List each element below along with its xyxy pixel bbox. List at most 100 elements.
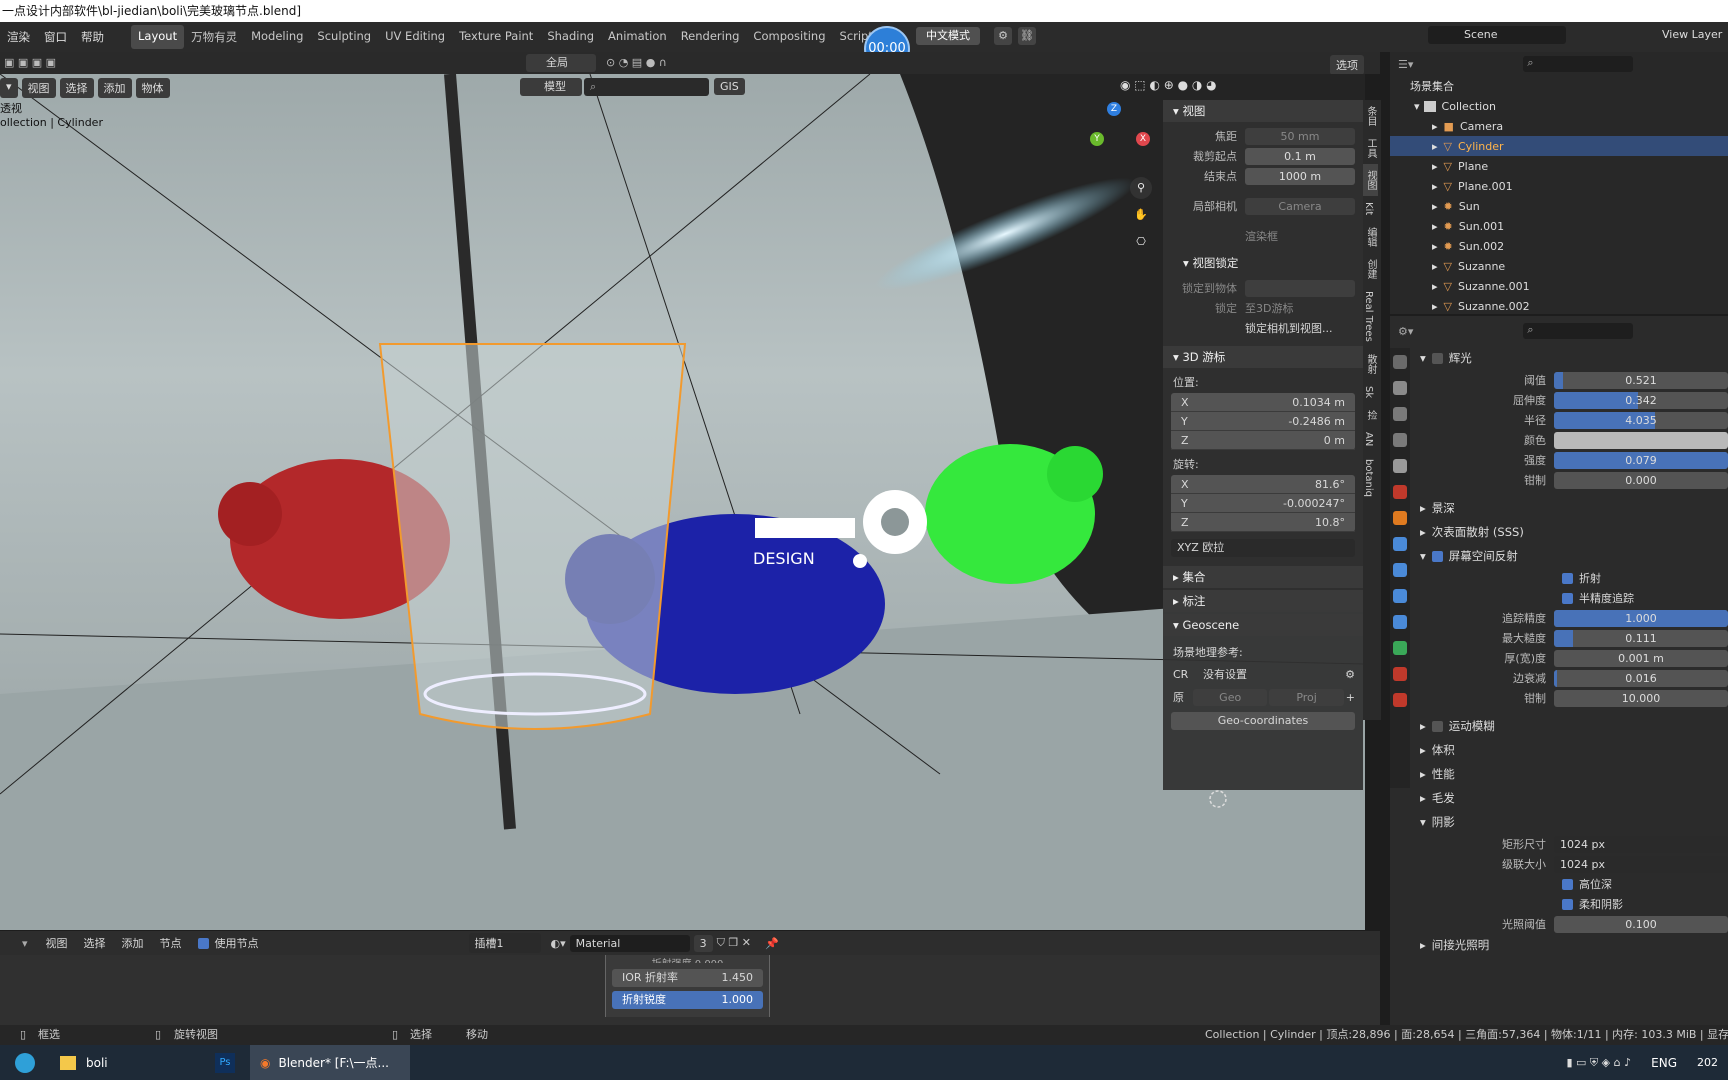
world-tab-icon[interactable] <box>1393 485 1407 499</box>
view-lock-header[interactable]: ▾ 视图锁定 <box>1163 252 1363 274</box>
camera-view-icon[interactable]: ⎔ <box>1130 231 1152 253</box>
system-tray[interactable]: ▮ ▭ ⛨ ◈ ⌂ ♪ <box>1556 1045 1641 1080</box>
ssr-field[interactable]: 0.111 <box>1554 629 1728 647</box>
material-browse-icon[interactable]: ◐▾ <box>551 937 566 950</box>
physics-tab-icon[interactable] <box>1393 589 1407 603</box>
collection-header[interactable]: ▸ 集合 <box>1163 566 1363 588</box>
tab-uv-editing[interactable]: UV Editing <box>378 25 452 49</box>
language-indicator[interactable]: ENG <box>1641 1045 1687 1080</box>
rotation-mode-dropdown[interactable]: XYZ 欧拉 <box>1171 539 1355 557</box>
vtab-scatter[interactable]: 散射 <box>1363 348 1378 380</box>
zoom-icon[interactable]: ⚲ <box>1130 177 1152 199</box>
material-users[interactable]: 3 <box>693 934 713 952</box>
focal-field[interactable]: 50 mm <box>1245 127 1355 145</box>
outliner-item[interactable]: ▸ ▽ Plane.001 <box>1390 176 1728 196</box>
cube-size-dropdown[interactable]: 1024 px <box>1554 835 1728 853</box>
clip-start-field[interactable]: 0.1 m <box>1245 147 1355 165</box>
tab-texture-paint[interactable]: Texture Paint <box>452 25 540 49</box>
menu-view[interactable]: 视图 <box>21 78 56 98</box>
local-camera-field[interactable]: Camera <box>1245 197 1355 215</box>
hair-section[interactable]: ▸ 毛发 <box>1414 786 1728 810</box>
lock-3d-cursor-checkbox[interactable]: 至3D游标 <box>1245 300 1293 316</box>
material-tab-icon[interactable] <box>1393 667 1407 681</box>
bloom-section[interactable]: ▾ 辉光 <box>1414 346 1728 370</box>
menu-window[interactable]: 窗口 <box>37 29 74 45</box>
slot-dropdown[interactable]: 插槽1 <box>468 933 541 953</box>
bloom-field[interactable]: 0.079 <box>1554 451 1728 469</box>
vtab-pick[interactable]: 捡 <box>1363 404 1378 426</box>
properties-type-icon[interactable]: ⚙▾ <box>1398 325 1413 338</box>
editor-type-dropdown[interactable]: ▾ <box>0 78 18 98</box>
ssr-field[interactable]: 0.001 m <box>1554 649 1728 667</box>
viewport-shading-icons[interactable]: ◉ ⬚ ◐ ⊕ ● ◑ ◕ <box>1120 78 1217 92</box>
node-editor-area[interactable]: 折射强度 0.000 IOR 折射率1.450 折射锐度1.000 <box>0 955 1380 1025</box>
tab-compositing[interactable]: Compositing <box>746 25 832 49</box>
tab-rendering[interactable]: Rendering <box>674 25 747 49</box>
edge-icon[interactable] <box>0 1045 50 1080</box>
photoshop-icon[interactable]: Ps <box>200 1045 250 1080</box>
outliner-item[interactable]: ▸ ■ Camera <box>1390 116 1728 136</box>
rot-y-field[interactable]: Y -0.000247° <box>1171 494 1355 513</box>
select-mode-icons[interactable]: ▣ ▣ ▣ ▣ <box>4 56 84 70</box>
object-tab-icon[interactable] <box>1393 511 1407 525</box>
light-threshold-field[interactable]: 0.100 <box>1554 915 1728 933</box>
bloom-field[interactable]: 4.035 <box>1554 411 1728 429</box>
vtab-kit[interactable]: Kit <box>1363 196 1374 221</box>
annotation-header[interactable]: ▸ 标注 <box>1163 590 1363 612</box>
vtab-view[interactable]: 视图 <box>1363 164 1378 196</box>
fake-user-icon[interactable]: ⛉ ❐ ✕ <box>717 936 751 950</box>
3d-viewport[interactable]: ▾ 视图 选择 添加 物体 模型 ⌕ GIS ◉ ⬚ ◐ ⊕ ● ◑ ◕ 透视 … <box>0 74 1365 930</box>
node-menu-view[interactable]: 视图 <box>46 935 68 951</box>
volume-section[interactable]: ▸ 体积 <box>1414 738 1728 762</box>
pan-hand-icon[interactable]: ✋ <box>1130 204 1152 226</box>
pin-icon[interactable]: 📌 <box>765 937 779 950</box>
transform-orientation[interactable]: 全局 <box>526 54 596 72</box>
tab-sculpting[interactable]: Sculpting <box>310 25 378 49</box>
menu-help[interactable]: 帮助 <box>74 29 111 45</box>
tab-modeling[interactable]: Modeling <box>244 25 310 49</box>
material-name-field[interactable]: Material <box>569 934 690 952</box>
tab-layout[interactable]: Layout <box>131 25 185 49</box>
ssr-section[interactable]: ▾ 屏幕空间反射 <box>1414 544 1728 568</box>
node-menu-node[interactable]: 节点 <box>160 935 182 951</box>
translate-icon[interactable]: ⚙ <box>994 27 1012 45</box>
roughness-field[interactable]: 折射锐度 1.000 <box>612 991 763 1009</box>
outliner-collection[interactable]: ▾ Collection <box>1390 96 1728 116</box>
vtab-item[interactable]: 条目 <box>1363 100 1378 132</box>
performance-section[interactable]: ▸ 性能 <box>1414 762 1728 786</box>
high-bit-checkbox[interactable]: 高位深 <box>1414 874 1728 894</box>
mode-dropdown[interactable]: 模型 <box>520 78 582 96</box>
scene-selector[interactable]: Scene <box>1428 26 1566 44</box>
menu-select[interactable]: 选择 <box>59 78 94 98</box>
vtab-edit[interactable]: 编辑 <box>1363 221 1378 253</box>
scene-tab-icon[interactable] <box>1393 459 1407 473</box>
vtab-sk[interactable]: Sk <box>1363 380 1374 404</box>
lock-object-field[interactable] <box>1245 279 1355 297</box>
outliner-item[interactable]: ▸ ▽ Suzanne.002 <box>1390 296 1728 316</box>
outliner-item[interactable]: ▸ ✹ Sun <box>1390 196 1728 216</box>
outliner-item-selected[interactable]: ▸ ▽ Cylinder <box>1390 136 1728 156</box>
vtab-tool[interactable]: 工具 <box>1363 132 1378 164</box>
taskbar-folder[interactable]: boli <box>50 1045 200 1080</box>
outliner-search[interactable]: ⌕ <box>1523 56 1634 72</box>
dof-section[interactable]: ▸ 景深 <box>1414 496 1728 520</box>
render-tab-icon[interactable] <box>1393 381 1407 395</box>
menu-add[interactable]: 添加 <box>97 78 132 98</box>
axis-y-icon[interactable]: Y <box>1090 132 1104 146</box>
modifier-tab-icon[interactable] <box>1393 537 1407 551</box>
outliner-item[interactable]: ▸ ✹ Sun.001 <box>1390 216 1728 236</box>
options-dropdown[interactable]: 选项 <box>1330 55 1364 75</box>
view-layer-tab-icon[interactable] <box>1393 433 1407 447</box>
search-field[interactable]: ⌕ <box>584 78 709 96</box>
plus-icon[interactable]: + <box>1346 691 1355 704</box>
menu-render[interactable]: 渲染 <box>0 29 37 45</box>
properties-search[interactable]: ⌕ <box>1523 323 1634 339</box>
tab-animation[interactable]: Animation <box>601 25 674 49</box>
tab-shading[interactable]: Shading <box>540 25 601 49</box>
chinese-mode-button[interactable]: 中文模式 <box>916 27 980 45</box>
motion-blur-section[interactable]: ▸ 运动模糊 <box>1414 714 1728 738</box>
shadows-section[interactable]: ▾ 阴影 <box>1414 810 1728 834</box>
vtab-botaniq[interactable]: botaniq <box>1363 453 1374 503</box>
geo-coordinates-button[interactable]: Geo-coordinates <box>1171 712 1355 730</box>
render-region-checkbox[interactable]: 渲染框 <box>1245 228 1278 244</box>
